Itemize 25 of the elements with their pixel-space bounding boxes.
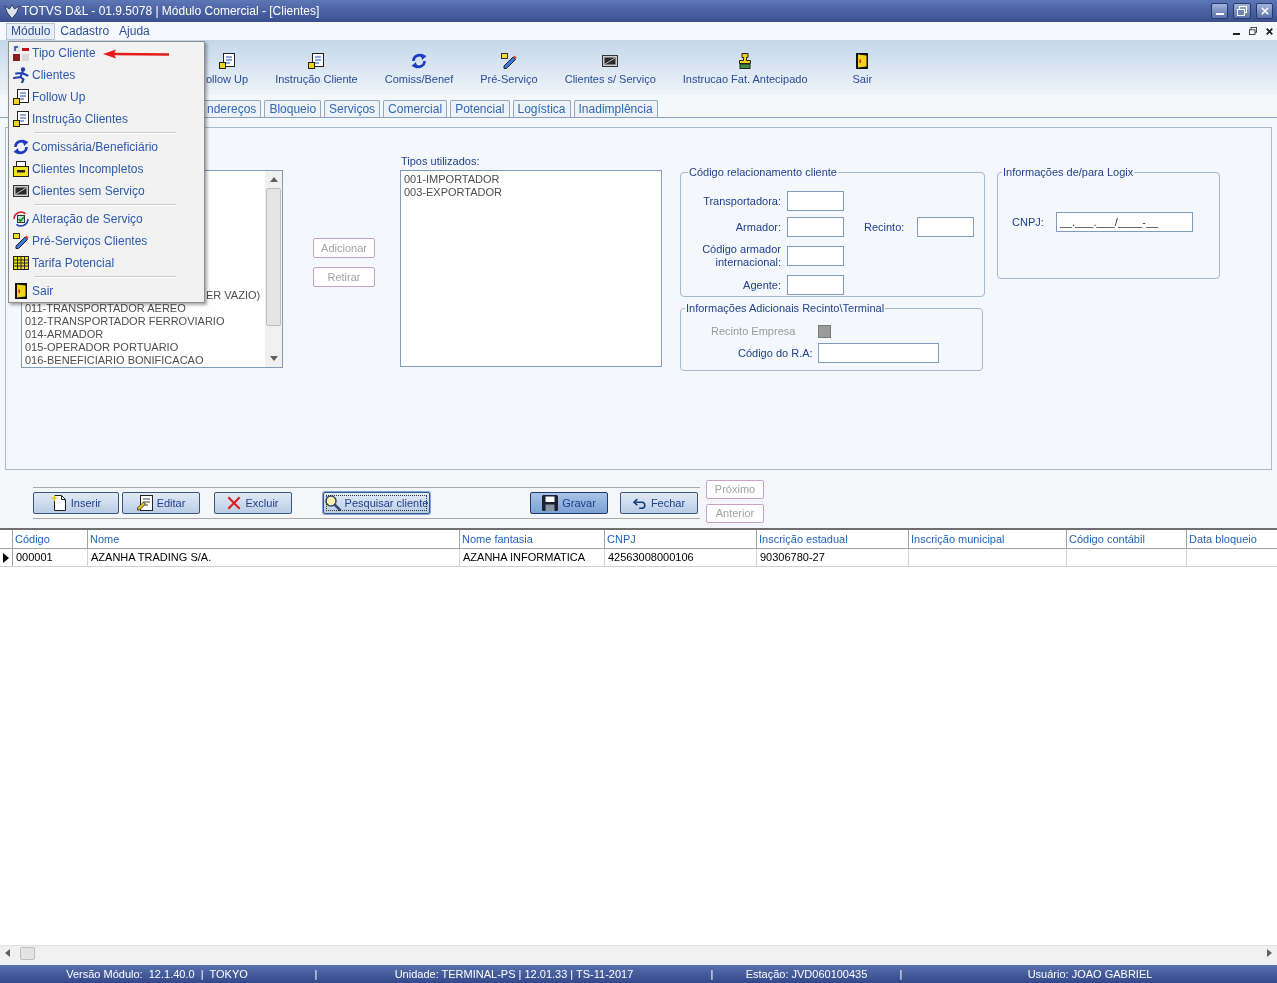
status-separator: | bbox=[314, 967, 318, 981]
field-label: Código do R.A: bbox=[738, 346, 813, 360]
window-title: TOTVS D&L - 01.9.5078 | Módulo Comercial - [Clientes] bbox=[22, 4, 320, 18]
status-text: Usuário: JOAO GABRIEL bbox=[1027, 967, 1153, 981]
status-separator: | bbox=[899, 967, 903, 981]
table-cell: AZANHA INFORMATICA bbox=[460, 549, 605, 566]
field-label: Código armador internacional: bbox=[701, 243, 781, 269]
status-text: Unidade: TERMINAL-PS | 12.01.33 | TS-11-2017 bbox=[394, 967, 634, 981]
group-title: Informações de/para Logix bbox=[1002, 166, 1135, 179]
group-title: Informações Adicionais Recinto\Terminal bbox=[685, 302, 886, 315]
list-label: Tipos utilizados: bbox=[400, 155, 480, 168]
table-cell: 000001 bbox=[13, 549, 88, 566]
table-cell: AZANHA TRADING S/A. bbox=[88, 549, 460, 566]
field-label: Recinto: bbox=[864, 220, 905, 234]
status-text: Versão Módulo: 12.1.40.0 | TOKYO bbox=[66, 967, 248, 981]
field-label: CNPJ: bbox=[1012, 215, 1044, 229]
group-title: Código relacionamento cliente bbox=[688, 166, 838, 179]
field-label: Transportadora: bbox=[703, 194, 781, 208]
field-label: Agente: bbox=[743, 278, 781, 292]
checkbox-label: Recinto Empresa bbox=[711, 325, 796, 338]
status-text: Estação: JVD060100435 bbox=[745, 967, 868, 981]
table-cell: 90306780-27 bbox=[757, 549, 909, 566]
status-separator: | bbox=[710, 967, 714, 981]
table-cell: 42563008000106 bbox=[605, 549, 757, 566]
field-label: Armador: bbox=[735, 220, 781, 234]
